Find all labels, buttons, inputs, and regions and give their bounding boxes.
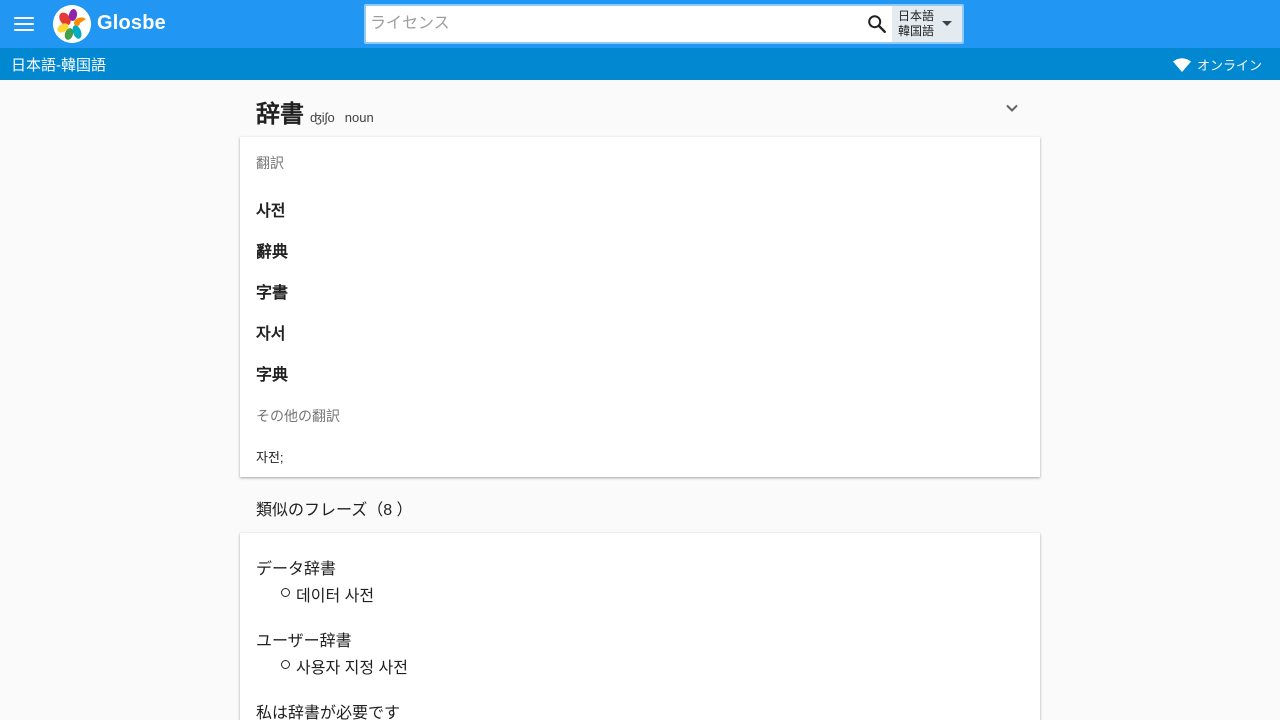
- translations-label: 翻訳: [256, 155, 284, 171]
- entry-part-of-speech: noun: [344, 110, 374, 125]
- caret-down-icon: [942, 21, 952, 26]
- online-status-label: オンライン: [1196, 58, 1262, 73]
- glosbe-logo[interactable]: [53, 5, 91, 43]
- translation-item[interactable]: 字書: [256, 279, 288, 303]
- similar-phrases-title: 類似のフレーズ（8 ）: [256, 502, 413, 519]
- phrase-item: ユーザー辞書 사용자 지정 사전: [256, 627, 408, 678]
- search-input[interactable]: [370, 8, 858, 40]
- language-selector[interactable]: 日本語 韓国語: [892, 6, 962, 42]
- phrase-source[interactable]: 私は辞書が必要です: [256, 699, 400, 720]
- similar-phrases-card: データ辞書 데이터 사전 ユーザー辞書 사용자 지정 사전 私は辞書が必要です: [240, 533, 1040, 720]
- brand-name[interactable]: Glosbe: [97, 12, 166, 35]
- top-app-bar: Glosbe 日本語 韓国語: [0, 0, 1280, 48]
- language-pair-bar: 日本語-韓国語 オンライン: [0, 48, 1280, 80]
- phrase-source[interactable]: データ辞書: [256, 555, 336, 579]
- phrase-item: 私は辞書が必要です: [256, 699, 400, 720]
- source-language: 日本語: [898, 9, 935, 23]
- translation-item[interactable]: 사전: [256, 197, 285, 221]
- other-translations-label: その他の翻訳: [256, 408, 340, 424]
- target-language: 韓国語: [898, 24, 935, 38]
- entry-word: 辞書: [256, 101, 304, 128]
- search-icon[interactable]: [862, 8, 892, 40]
- phrase-source[interactable]: ユーザー辞書: [256, 627, 368, 651]
- language-pair[interactable]: 日本語-韓国語: [11, 54, 106, 75]
- menu-icon[interactable]: [12, 12, 36, 36]
- translation-item[interactable]: 字典: [256, 361, 288, 385]
- entry-pronunciation: ʤiʃo: [310, 110, 335, 125]
- translations-card: 翻訳 사전 辭典 字書 자서 字典 その他の翻訳 자전;: [240, 137, 1040, 477]
- phrase-target: 데이터 사전: [280, 582, 376, 606]
- translation-item[interactable]: 辭典: [256, 238, 288, 262]
- other-translations-text: 자전;: [256, 450, 284, 465]
- wifi-icon: [1172, 57, 1191, 72]
- translation-item[interactable]: 자서: [256, 320, 285, 344]
- search-bar: 日本語 韓国語: [364, 4, 964, 44]
- phrase-item: データ辞書 데이터 사전: [256, 555, 374, 606]
- online-status: オンライン: [1172, 55, 1262, 74]
- entry-heading: 辞書 ʤiʃo noun: [256, 94, 374, 129]
- chevron-down-icon[interactable]: [1002, 98, 1022, 118]
- phrase-target: 사용자 지정 사전: [281, 654, 408, 678]
